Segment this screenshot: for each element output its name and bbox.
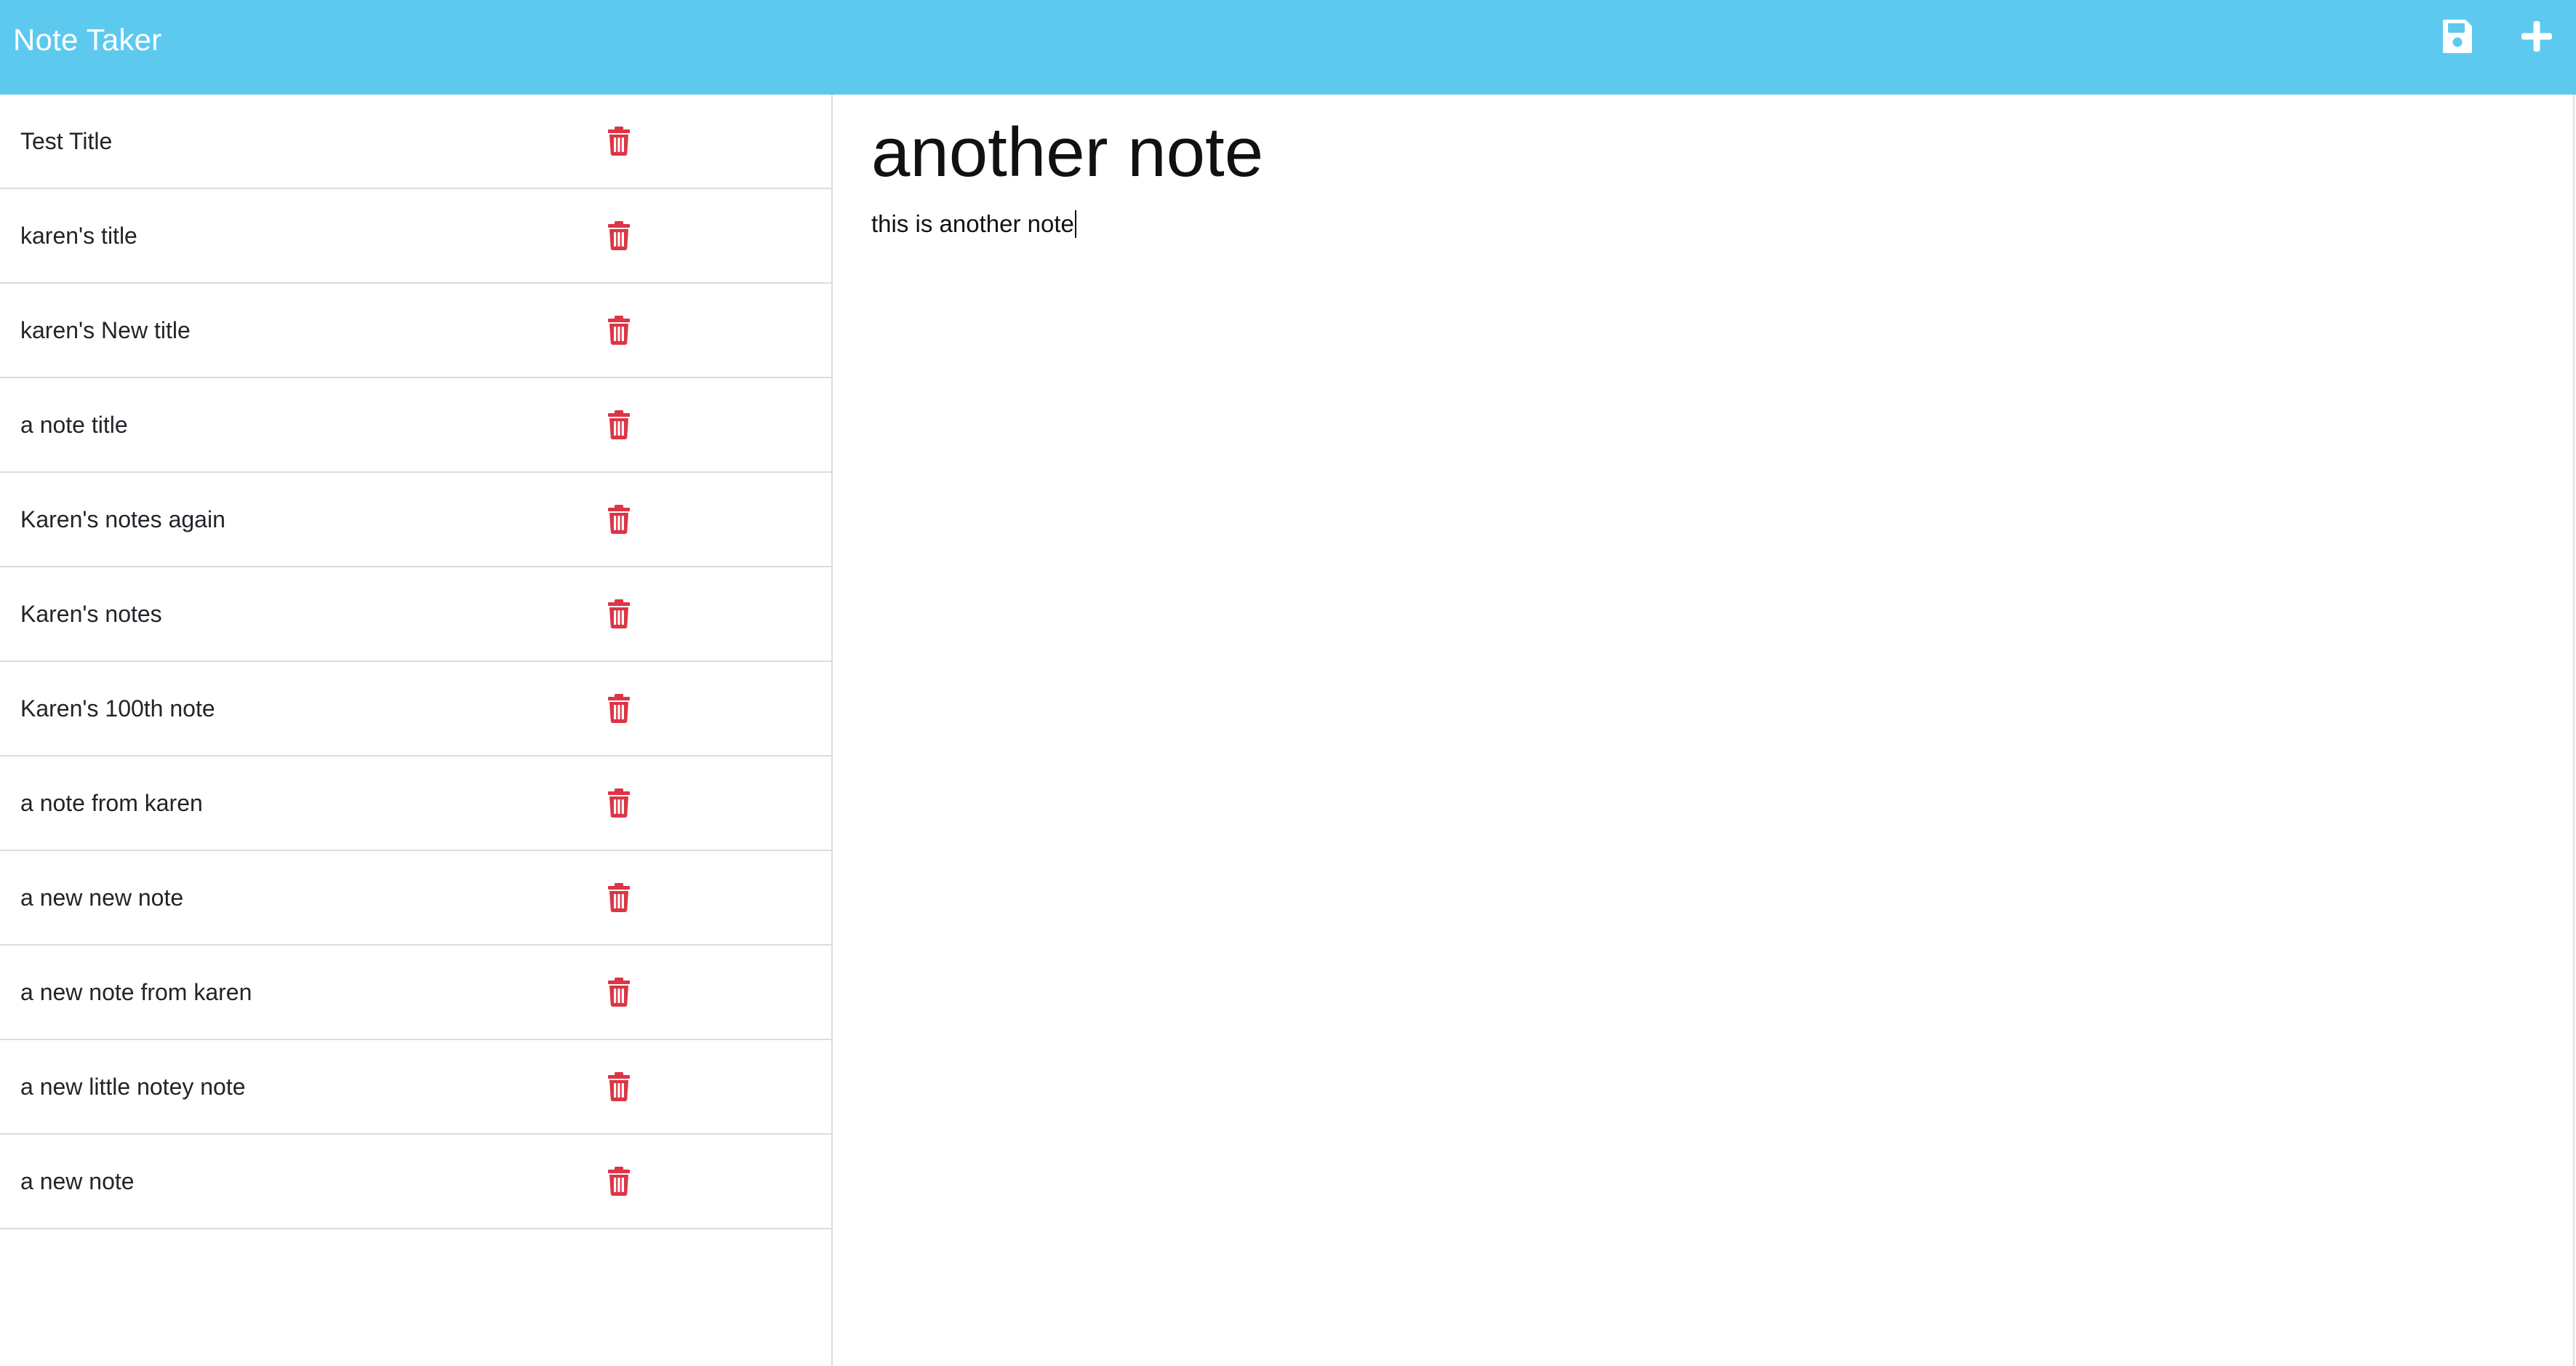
delete-note-icon[interactable] xyxy=(607,410,631,439)
note-list-panel: Test Title karen's title karen's New tit… xyxy=(0,95,833,1366)
note-list-item-title: Karen's notes xyxy=(20,601,162,627)
note-list-item[interactable]: a new little notey note xyxy=(0,1040,831,1135)
delete-note-icon[interactable] xyxy=(607,221,631,250)
text-cursor xyxy=(1074,210,1076,238)
note-list-item-title: a note from karen xyxy=(20,790,203,816)
note-list-item-title: a new new note xyxy=(20,884,184,911)
note-list-item[interactable]: Test Title xyxy=(0,95,831,189)
note-title-input[interactable]: another note xyxy=(871,113,1263,193)
note-list: Test Title karen's title karen's New tit… xyxy=(0,95,831,1229)
navbar: Note Taker xyxy=(0,0,2576,95)
note-list-item[interactable]: karen's New title xyxy=(0,284,831,378)
note-list-item-title: a new little notey note xyxy=(20,1074,246,1100)
note-list-item-title: karen's title xyxy=(20,223,137,249)
delete-note-icon[interactable] xyxy=(607,316,631,345)
delete-note-icon[interactable] xyxy=(607,127,631,156)
note-editor: another note this is another note xyxy=(833,95,2575,1366)
note-text: this is another note xyxy=(871,210,1074,237)
delete-note-icon[interactable] xyxy=(607,1167,631,1196)
new-note-button[interactable] xyxy=(2518,17,2556,55)
note-list-item[interactable]: Karen's notes xyxy=(0,567,831,662)
delete-note-icon[interactable] xyxy=(607,788,631,818)
plus-icon xyxy=(2521,21,2552,52)
note-list-item[interactable]: a new new note xyxy=(0,851,831,946)
delete-note-icon[interactable] xyxy=(607,599,631,628)
note-list-item-title: Test Title xyxy=(20,128,113,154)
note-list-item-title: Karen's notes again xyxy=(20,506,225,532)
delete-note-icon[interactable] xyxy=(607,883,631,912)
note-list-item-title: a new note xyxy=(20,1168,135,1194)
save-icon xyxy=(2443,20,2472,53)
delete-note-icon[interactable] xyxy=(607,505,631,534)
note-list-item-title: Karen's 100th note xyxy=(20,695,215,722)
note-list-item-title: a note title xyxy=(20,412,128,438)
delete-note-icon[interactable] xyxy=(607,694,631,723)
note-list-item[interactable]: Karen's 100th note xyxy=(0,662,831,756)
note-list-item-title: a new note from karen xyxy=(20,979,252,1005)
app-title[interactable]: Note Taker xyxy=(13,22,161,58)
note-list-item[interactable]: a note from karen xyxy=(0,756,831,851)
note-text-area[interactable]: this is another note xyxy=(871,209,1076,239)
note-list-item[interactable]: Karen's notes again xyxy=(0,473,831,567)
delete-note-icon[interactable] xyxy=(607,1072,631,1101)
note-list-item[interactable]: a note title xyxy=(0,378,831,473)
note-list-item[interactable]: a new note from karen xyxy=(0,946,831,1040)
note-list-item[interactable]: karen's title xyxy=(0,189,831,284)
delete-note-icon[interactable] xyxy=(607,978,631,1007)
note-list-item[interactable]: a new note xyxy=(0,1135,831,1229)
save-note-button[interactable] xyxy=(2439,17,2476,55)
note-list-item-title: karen's New title xyxy=(20,317,191,343)
